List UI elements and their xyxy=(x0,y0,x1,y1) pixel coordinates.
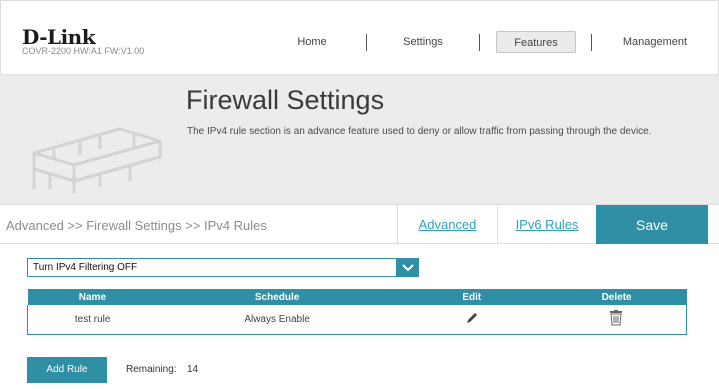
nav-separator xyxy=(479,34,480,51)
nav-features[interactable]: Features xyxy=(496,31,576,53)
tab-ipv6-rules[interactable]: IPv6 Rules xyxy=(497,205,596,244)
trash-icon[interactable] xyxy=(609,309,623,329)
column-header-schedule: Schedule xyxy=(157,289,397,305)
save-button[interactable]: Save xyxy=(596,205,708,244)
main-content: Turn IPv4 Filtering OFF Name Schedule Ed… xyxy=(0,244,719,389)
page-description: The IPv4 rule section is an advance feat… xyxy=(187,126,652,137)
column-header-delete: Delete xyxy=(546,289,687,305)
nav-separator xyxy=(366,34,367,51)
nav-settings[interactable]: Settings xyxy=(393,31,453,53)
column-header-edit: Edit xyxy=(396,289,547,305)
tab-advanced[interactable]: Advanced xyxy=(397,205,497,244)
brick-wall-icon xyxy=(30,123,165,200)
breadcrumb: Advanced >> Firewall Settings >> IPv4 Ru… xyxy=(6,218,267,233)
nav-management[interactable]: Management xyxy=(615,31,695,53)
nav-home[interactable]: Home xyxy=(277,31,347,53)
top-header: D-Link COVR-2200 HW:A1 FW:V1.00 Home Set… xyxy=(0,0,719,74)
rules-table: Name Schedule Edit Delete test rule Alwa… xyxy=(27,289,687,335)
remaining-count: 14 xyxy=(187,364,199,375)
nav-separator xyxy=(591,34,592,51)
ipv4-filtering-select[interactable]: Turn IPv4 Filtering OFF xyxy=(27,258,397,277)
remaining-label: Remaining: xyxy=(126,364,177,375)
column-header-name: Name xyxy=(27,289,158,305)
select-dropdown-toggle[interactable] xyxy=(397,258,419,277)
pencil-icon[interactable] xyxy=(465,312,479,328)
edit-cell xyxy=(396,305,547,335)
table-row: test rule Always Enable xyxy=(27,305,687,335)
breadcrumb-bar: Advanced >> Firewall Settings >> IPv4 Ru… xyxy=(0,204,719,244)
chevron-down-icon xyxy=(402,264,414,272)
rule-schedule-cell: Always Enable xyxy=(157,305,397,335)
page-banner: Firewall Settings The IPv4 rule section … xyxy=(0,74,719,204)
rule-name-cell: test rule xyxy=(27,305,158,335)
add-rule-button[interactable]: Add Rule xyxy=(27,357,107,383)
page-title: Firewall Settings xyxy=(186,85,385,115)
delete-cell xyxy=(546,305,687,335)
device-model-info: COVR-2200 HW:A1 FW:V1.00 xyxy=(22,46,145,56)
